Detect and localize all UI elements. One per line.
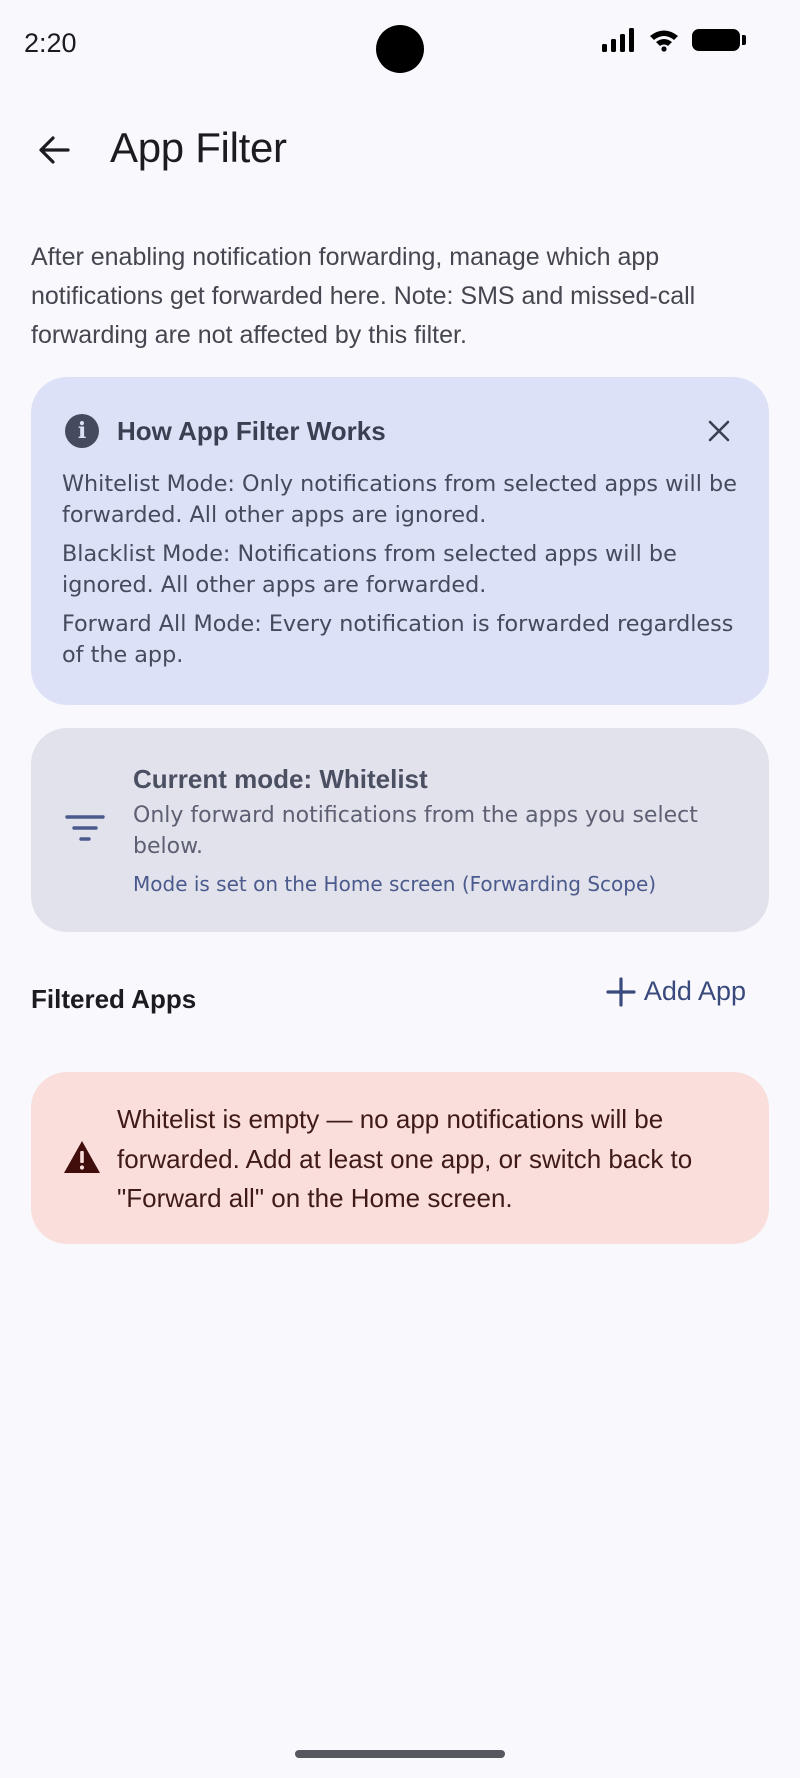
filtered-apps-heading: Filtered Apps [31,984,197,1014]
filter-icon [65,815,105,841]
add-app-button[interactable]: Add App [606,976,746,1007]
info-card-title: How App Filter Works [117,416,386,446]
back-button[interactable] [24,120,84,180]
warning-icon [64,1141,100,1173]
how-it-works-card: i How App Filter Works Whitelist Mode: O… [31,377,769,705]
front-camera [376,25,424,73]
info-icon: i [65,414,99,448]
battery-body [692,29,740,51]
status-icons [602,28,746,52]
close-icon [708,420,730,442]
battery-icon [692,29,746,51]
plus-icon [606,976,636,1007]
current-mode-description: Only forward notifications from the apps… [133,803,698,859]
signal-icon [602,28,634,52]
page-title: App Filter [110,124,287,171]
battery-tip [742,35,746,45]
blacklist-mode-explanation: Blacklist Mode: Notifications from selec… [62,541,677,598]
status-bar: 2:20 [0,0,800,90]
add-app-label: Add App [643,976,746,1006]
empty-whitelist-warning: Whitelist is empty — no app notification… [31,1072,769,1244]
current-mode-title: Current mode: Whitelist [133,764,428,794]
forward-all-mode-explanation: Forward All Mode: Every notification is … [62,611,734,668]
dismiss-info-button[interactable] [699,411,739,451]
home-indicator[interactable] [295,1750,505,1758]
status-time: 2:20 [24,28,77,58]
info-card-body: Whitelist Mode: Only notifications from … [62,469,752,679]
warning-message: Whitelist is empty — no app notification… [117,1104,693,1213]
arrow-left-icon [39,136,70,164]
current-mode-card: Current mode: Whitelist Only forward not… [31,728,769,932]
mode-location-note: Mode is set on the Home screen (Forwardi… [133,872,657,896]
top-app-bar: App Filter [0,110,800,190]
intro-description: After enabling notification forwarding, … [31,243,696,349]
wifi-icon [650,30,678,52]
whitelist-mode-explanation: Whitelist Mode: Only notifications from … [62,471,737,528]
